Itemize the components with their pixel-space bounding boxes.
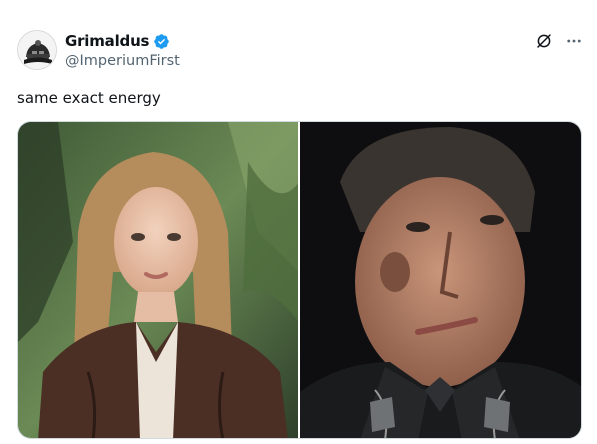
author-display-name[interactable]: Grimaldus xyxy=(65,32,149,50)
grok-icon[interactable] xyxy=(533,30,555,52)
tweet-actions xyxy=(533,30,585,52)
tweet-card[interactable]: Grimaldus @ImperiumFirst same exact ener… xyxy=(0,0,597,444)
author-handle[interactable]: @ImperiumFirst xyxy=(65,53,180,69)
photo-woman-leather-jacket-icon xyxy=(18,122,298,438)
space-marine-helmet-icon xyxy=(18,31,56,69)
media-image-right[interactable] xyxy=(300,122,581,438)
tweet-text: same exact energy xyxy=(17,89,161,107)
avatar[interactable] xyxy=(17,30,57,70)
photo-man-uniform-icon xyxy=(300,122,581,438)
more-options-icon[interactable] xyxy=(563,30,585,52)
tweet-header: Grimaldus @ImperiumFirst xyxy=(17,30,585,72)
media-grid xyxy=(17,121,582,439)
media-image-left[interactable] xyxy=(18,122,298,438)
verified-badge-icon[interactable] xyxy=(153,33,170,50)
author-names: Grimaldus @ImperiumFirst xyxy=(65,32,180,69)
